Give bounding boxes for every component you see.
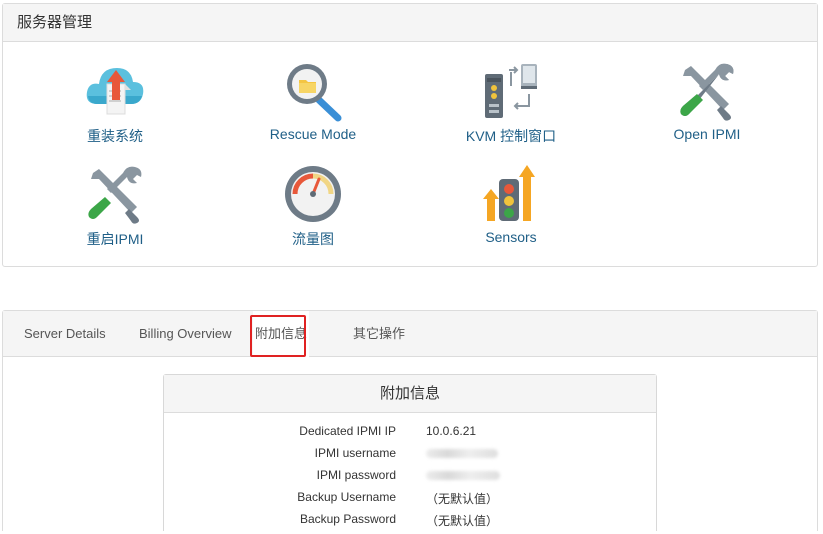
kvm-console-button[interactable]: KVM 控制窗口 — [413, 60, 609, 146]
info-value-redacted — [426, 446, 498, 460]
tile-label-rescue: Rescue Mode — [269, 126, 357, 142]
info-key: IPMI password — [316, 468, 396, 482]
additional-info-box: 附加信息 Dedicated IPMI IP 10.0.6.21 IPMI us… — [163, 374, 657, 531]
info-row: Dedicated IPMI IP 10.0.6.21 — [164, 424, 658, 446]
info-title: 附加信息 — [164, 375, 656, 413]
restart-ipmi-button[interactable]: 重启IPMI — [17, 163, 213, 249]
info-row: IPMI username — [164, 446, 658, 468]
info-key: Dedicated IPMI IP — [299, 424, 396, 438]
tile-label-traffic: 流量图 — [292, 231, 334, 247]
kvm-switch-icon — [485, 64, 537, 118]
tile-label-restart-ipmi: 重启IPMI — [86, 231, 144, 247]
tab-other-actions[interactable]: 其它操作 — [353, 311, 405, 357]
gauge-icon — [285, 166, 341, 222]
reinstall-os-button[interactable]: 重装系统 — [17, 60, 213, 146]
sensors-button[interactable]: Sensors — [413, 163, 609, 245]
info-key: Backup Username — [297, 490, 396, 504]
info-value: 10.0.6.21 — [426, 424, 477, 438]
rescue-mode-button[interactable]: Rescue Mode — [215, 60, 411, 142]
info-row: IPMI password — [164, 468, 658, 490]
info-value: （无默认值） — [426, 514, 499, 528]
tile-label-sensors: Sensors — [485, 229, 537, 245]
info-value-redacted — [426, 468, 500, 482]
tab-additional-info[interactable]: 附加信息 — [253, 311, 309, 358]
info-value: （无默认值） — [426, 492, 499, 506]
tools-icon — [88, 166, 142, 224]
traffic-light-icon — [483, 165, 535, 221]
tab-billing-overview[interactable]: Billing Overview — [139, 311, 231, 357]
traffic-graph-button[interactable]: 流量图 — [215, 163, 411, 249]
magnifier-icon — [287, 64, 342, 122]
server-management-panel: 服务器管理 重装系统 Rescue Mode KVM 控制窗口 Open IPM… — [2, 3, 818, 267]
info-key: Backup Password — [299, 512, 396, 526]
tile-label-kvm: KVM 控制窗口 — [465, 128, 557, 144]
cloud-upload-icon — [86, 68, 144, 115]
panel-title: 服务器管理 — [3, 4, 817, 42]
tab-bar: Server Details Billing Overview 附加信息 其它操… — [3, 311, 817, 358]
info-row: Backup Username （无默认值） — [164, 490, 658, 512]
tile-label-open-ipmi: Open IPMI — [673, 126, 741, 142]
info-key: IPMI username — [314, 446, 396, 460]
tab-server-details[interactable]: Server Details — [24, 311, 106, 357]
tile-label-reinstall: 重装系统 — [87, 128, 143, 144]
open-ipmi-button[interactable]: Open IPMI — [609, 60, 805, 142]
tools-icon — [680, 63, 734, 121]
